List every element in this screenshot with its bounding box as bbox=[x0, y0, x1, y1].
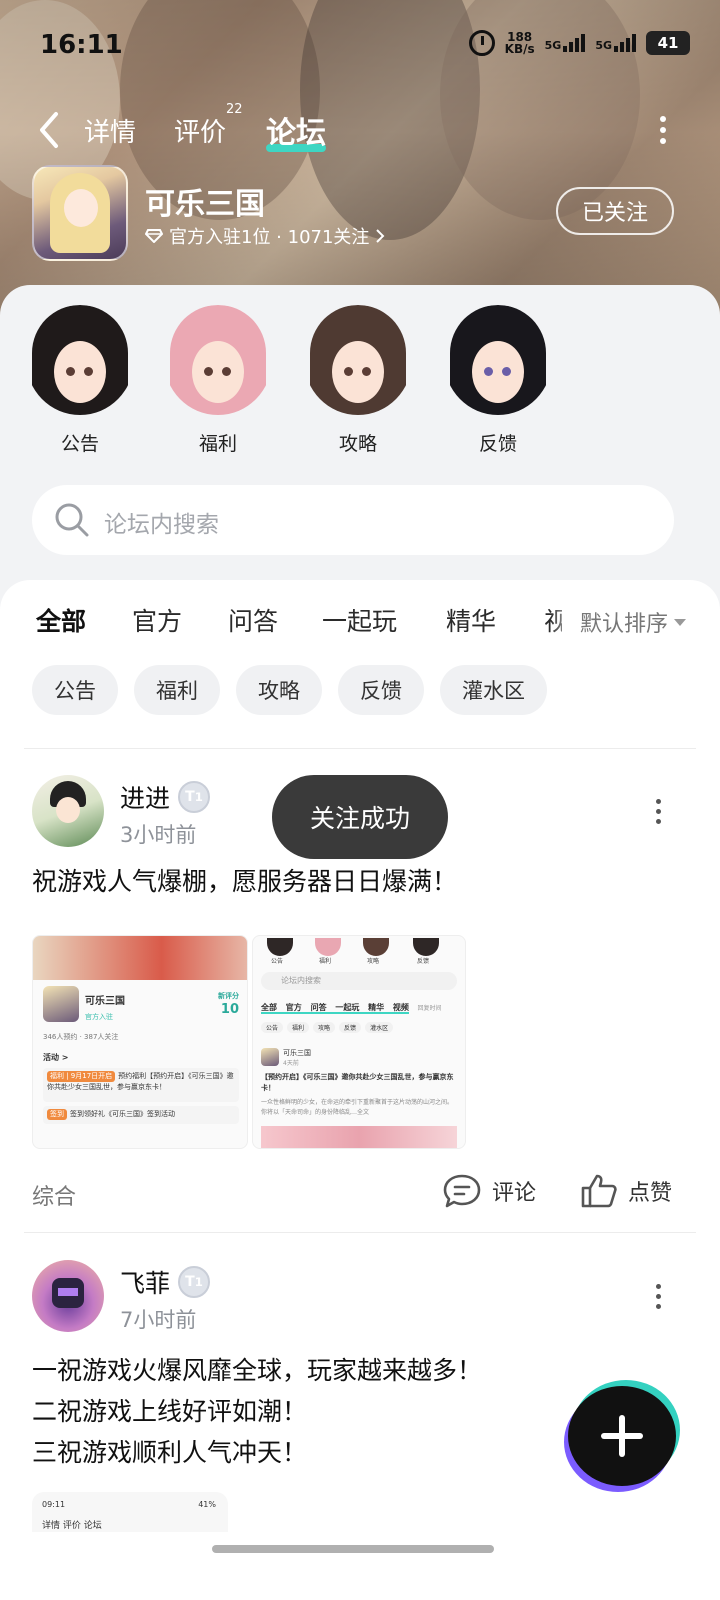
net-speed: 188 KB/s bbox=[504, 30, 535, 56]
avatar bbox=[164, 305, 272, 415]
toast: 关注成功 bbox=[272, 775, 448, 859]
post-images: 可乐三国 官方入驻 新评分 10 346人预约 · 387人关注 活动 > 福利 … bbox=[32, 935, 468, 1149]
tab-fade bbox=[550, 600, 580, 650]
caret-down-icon bbox=[674, 618, 687, 626]
sort-dropdown[interactable]: 默认排序 bbox=[580, 606, 687, 638]
quick-entry-feedback[interactable]: 反馈 bbox=[442, 305, 554, 456]
post-time: 7小时前 bbox=[120, 1308, 197, 1332]
plus-icon bbox=[601, 1415, 643, 1457]
post-footer: 综合 评论 点赞 bbox=[32, 1173, 680, 1213]
chip-announcement[interactable]: 公告 bbox=[32, 665, 118, 715]
post-text: 祝游戏人气爆棚，愿服务器日日爆满！ bbox=[32, 867, 458, 896]
post-image[interactable]: 可乐三国 官方入驻 新评分 10 346人预约 · 387人关注 活动 > 福利 … bbox=[32, 935, 248, 1149]
game-meta[interactable]: 官方入驻1位 · 1071关注 bbox=[145, 223, 385, 249]
post-time: 3小时前 bbox=[120, 823, 197, 847]
top-nav: 详情 评价 22 论坛 bbox=[0, 100, 720, 160]
thumbs-up-icon bbox=[581, 1174, 617, 1208]
quick-entry-guide[interactable]: 攻略 bbox=[302, 305, 414, 456]
user-avatar[interactable] bbox=[32, 1260, 104, 1332]
signal-icon: 5G bbox=[595, 34, 636, 52]
signal-icon: 5G bbox=[545, 34, 586, 52]
search-placeholder: 论坛内搜索 bbox=[104, 512, 219, 538]
avatar bbox=[304, 305, 412, 415]
post-username[interactable]: 飞菲 T1 bbox=[120, 1264, 211, 1300]
level-badge: T1 bbox=[178, 1266, 211, 1298]
more-vert-icon[interactable] bbox=[660, 116, 666, 144]
feed-tab-play-together[interactable]: 一起玩 bbox=[322, 602, 397, 638]
feed-tab-featured[interactable]: 精华 bbox=[446, 602, 496, 638]
feed-tab-all[interactable]: 全部 bbox=[36, 602, 87, 638]
chevron-right-icon bbox=[376, 229, 385, 243]
forum-search-input[interactable]: 论坛内搜索 bbox=[32, 485, 674, 555]
game-title: 可乐三国 bbox=[145, 187, 265, 222]
avatar bbox=[444, 305, 552, 415]
review-count-badge: 22 bbox=[226, 102, 243, 117]
battery-icon: 41 bbox=[646, 31, 690, 55]
create-post-button[interactable] bbox=[568, 1386, 676, 1486]
game-info: 可乐三国 官方入驻1位 · 1071关注 已关注 bbox=[0, 165, 720, 265]
post-card[interactable]: 进进 T1 3小时前 关注成功 祝游戏人气爆棚，愿服务器日日爆满！ 可乐三国 官… bbox=[0, 775, 720, 1235]
divider bbox=[24, 748, 696, 749]
post-image[interactable]: 公告 福利 攻略 反馈 论坛内搜索 全部 官方 问答 一起玩 精华 视频 回复时… bbox=[252, 935, 466, 1149]
home-indicator[interactable] bbox=[212, 1545, 494, 1553]
divider bbox=[24, 1232, 696, 1233]
status-bar: 16:11 188 KB/s 5G 5G 41 bbox=[0, 0, 720, 90]
user-avatar[interactable] bbox=[32, 775, 104, 847]
chip-welfare[interactable]: 福利 bbox=[134, 665, 220, 715]
clock: 16:11 bbox=[40, 30, 123, 60]
avatar bbox=[26, 305, 134, 415]
comment-button[interactable]: 评论 bbox=[442, 1173, 536, 1209]
post-image[interactable]: 09:11 41% 详情 评价 论坛 bbox=[32, 1492, 228, 1532]
game-icon[interactable] bbox=[32, 165, 128, 261]
followed-button[interactable]: 已关注 bbox=[556, 187, 674, 235]
post-text: 一祝游戏火爆风靡全球，玩家越来越多！ 二祝游戏上线好评如潮！ 三祝游戏顺利人气冲… bbox=[32, 1356, 483, 1467]
tab-forum[interactable]: 论坛 bbox=[266, 108, 326, 152]
tab-reviews[interactable]: 评价 22 bbox=[174, 102, 243, 149]
feed-tabs: 全部 官方 问答 一起玩 精华 视频 默认排序 bbox=[0, 600, 720, 650]
chip-chat[interactable]: 灌水区 bbox=[440, 665, 547, 715]
comment-icon bbox=[443, 1174, 481, 1208]
quick-entry-welfare[interactable]: 福利 bbox=[162, 305, 274, 456]
quick-entry-announcement[interactable]: 公告 bbox=[24, 305, 136, 456]
back-arrow-icon[interactable] bbox=[36, 110, 62, 150]
search-icon bbox=[55, 503, 89, 537]
more-vert-icon[interactable] bbox=[656, 1284, 662, 1314]
feed-tab-official[interactable]: 官方 bbox=[132, 602, 182, 638]
category-chips: 公告 福利 攻略 反馈 灌水区 bbox=[32, 665, 547, 715]
diamond-icon bbox=[145, 229, 163, 243]
like-button[interactable]: 点赞 bbox=[580, 1173, 672, 1209]
tab-details[interactable]: 详情 bbox=[84, 112, 136, 149]
alarm-icon bbox=[468, 30, 495, 56]
post-username[interactable]: 进进 T1 bbox=[120, 779, 211, 815]
quick-entries: 公告 福利 攻略 反馈 bbox=[0, 305, 720, 465]
chip-guide[interactable]: 攻略 bbox=[236, 665, 322, 715]
post-category: 综合 bbox=[32, 1185, 77, 1210]
chip-feedback[interactable]: 反馈 bbox=[338, 665, 424, 715]
level-badge: T1 bbox=[178, 781, 211, 813]
more-vert-icon[interactable] bbox=[656, 799, 662, 829]
feed-tab-qa[interactable]: 问答 bbox=[228, 602, 278, 638]
